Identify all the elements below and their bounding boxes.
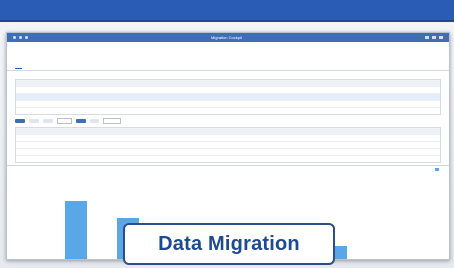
tab-2[interactable]	[32, 63, 39, 69]
tab-4[interactable]	[63, 63, 71, 69]
year-select[interactable]	[56, 118, 72, 124]
legend-swatch-icon	[435, 168, 439, 171]
tab-3[interactable]	[48, 63, 52, 69]
chart-bar	[65, 201, 87, 259]
window-dots-icon	[7, 36, 28, 39]
window-controls-icon	[425, 36, 449, 39]
section-title	[7, 71, 449, 78]
tab-6[interactable]	[97, 63, 101, 69]
top-blue-bar	[0, 0, 454, 22]
window-titlebar: Migration Cockpit	[7, 33, 449, 42]
table-row[interactable]	[16, 148, 440, 155]
table-row[interactable]	[16, 155, 440, 162]
period-select[interactable]	[103, 118, 122, 124]
table-row[interactable]	[16, 107, 440, 114]
chart-toolbar	[7, 116, 449, 126]
title-banner: Data Migration	[123, 223, 335, 265]
filter-button[interactable]	[28, 119, 39, 123]
chart-legend	[435, 168, 441, 172]
tab-1[interactable]	[15, 63, 22, 69]
mode-button-2[interactable]	[89, 119, 100, 123]
mode-button[interactable]	[75, 119, 86, 123]
chart-header	[7, 166, 449, 174]
banner-title: Data Migration	[158, 232, 300, 255]
object-tabs	[7, 62, 449, 71]
y-axis-label	[29, 205, 34, 206]
table-row[interactable]	[16, 93, 440, 100]
table-row[interactable]	[16, 86, 440, 93]
tab-5[interactable]	[81, 63, 88, 69]
header-line-2	[15, 55, 16, 60]
view-button[interactable]	[15, 119, 25, 123]
objects-table	[15, 79, 441, 115]
window-title: Migration Cockpit	[211, 35, 242, 40]
table-row[interactable]	[16, 100, 440, 107]
table-row[interactable]	[16, 134, 440, 141]
values-table	[15, 127, 441, 163]
object-header	[7, 42, 449, 62]
table-row[interactable]	[16, 141, 440, 148]
chart-title	[15, 168, 16, 172]
settings-button[interactable]	[42, 119, 53, 123]
